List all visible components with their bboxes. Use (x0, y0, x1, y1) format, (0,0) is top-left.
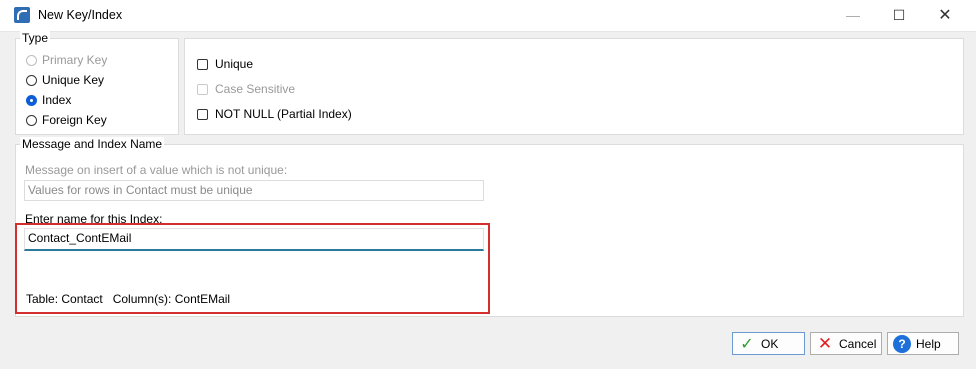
radio-index[interactable]: Index (26, 92, 71, 108)
not-null-label: NOT NULL (Partial Index) (215, 107, 352, 121)
options-group: Unique Case Sensitive NOT NULL (Partial … (184, 38, 964, 135)
minimize-icon[interactable]: — (830, 0, 876, 31)
radio-unique-key[interactable]: Unique Key (26, 72, 104, 88)
help-icon: ? (892, 334, 912, 353)
maximize-icon[interactable]: ☐ (876, 0, 922, 31)
type-group: Type Primary Key Unique Key Index Foreig… (15, 31, 179, 135)
unique-checkbox-row[interactable]: Unique (197, 56, 253, 72)
radio-button[interactable] (26, 94, 37, 106)
radio-label: Unique Key (42, 73, 105, 87)
help-button[interactable]: ? Help (887, 332, 959, 355)
radio-button[interactable] (26, 74, 37, 86)
checkmark-icon: ✓ (740, 335, 754, 353)
cancel-label: Cancel (839, 336, 877, 351)
not-null-checkbox[interactable] (197, 108, 208, 120)
ok-button[interactable]: ✓ OK (732, 332, 805, 355)
radio-foreign-key[interactable]: Foreign Key (26, 112, 107, 128)
radio-label: Index (42, 93, 72, 107)
case-sensitive-checkbox[interactable] (197, 83, 208, 95)
close-icon[interactable]: ✕ (922, 0, 968, 31)
ok-label: OK (761, 336, 779, 351)
cancel-button[interactable]: ✕ Cancel (810, 332, 882, 355)
table-info: Table: Contact Column(s): ContEMail (26, 292, 231, 306)
title-bar: New Key/Index — ☐ ✕ (0, 0, 976, 32)
unique-label: Unique (215, 57, 254, 71)
unique-checkbox[interactable] (197, 58, 208, 70)
cancel-x-icon: ✕ (817, 333, 833, 353)
message-prompt: Message on insert of a value which is no… (25, 163, 288, 177)
radio-button[interactable] (26, 114, 37, 126)
radio-primary-key[interactable]: Primary Key (26, 52, 107, 68)
radio-label: Foreign Key (42, 113, 107, 127)
app-icon (14, 7, 30, 23)
type-group-label: Type (20, 31, 51, 45)
name-prompt: Enter name for this Index: (25, 212, 163, 226)
message-group-label: Message and Index Name (20, 137, 165, 151)
radio-label: Primary Key (42, 53, 108, 67)
index-name-input[interactable]: Contact_ContEMail (24, 228, 484, 251)
window-title: New Key/Index (38, 8, 123, 22)
not-null-checkbox-row[interactable]: NOT NULL (Partial Index) (197, 106, 352, 122)
help-label: Help (916, 336, 941, 351)
radio-button[interactable] (26, 54, 37, 66)
message-input[interactable]: Values for rows in Contact must be uniqu… (24, 180, 484, 201)
case-sensitive-label: Case Sensitive (215, 82, 296, 96)
case-sensitive-checkbox-row[interactable]: Case Sensitive (197, 81, 295, 97)
